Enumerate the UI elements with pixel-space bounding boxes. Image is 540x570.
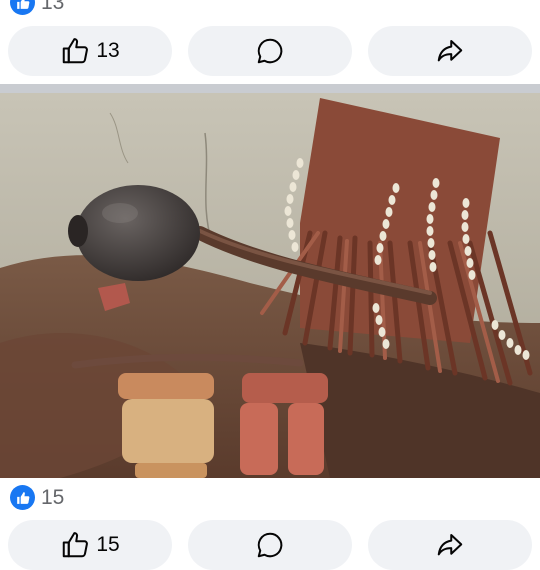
share-arrow-icon xyxy=(437,40,463,62)
like-button[interactable]: 15 xyxy=(8,520,172,570)
comment-bubble-icon xyxy=(257,38,283,64)
post-photo[interactable] xyxy=(0,93,540,478)
comment-button[interactable] xyxy=(188,520,352,570)
comment-button[interactable] xyxy=(188,26,352,76)
thumbs-up-icon xyxy=(63,38,89,64)
comment-bubble-icon xyxy=(257,532,283,558)
like-count: 15 xyxy=(96,533,120,556)
like-badge-icon xyxy=(10,0,35,15)
reaction-count: 13 xyxy=(41,0,65,14)
share-button[interactable] xyxy=(368,26,532,76)
thumbs-up-icon xyxy=(63,532,89,558)
like-count: 13 xyxy=(96,39,120,62)
share-arrow-icon xyxy=(437,534,463,556)
reaction-summary[interactable]: 13 xyxy=(10,0,64,15)
post-action-bar: 13 xyxy=(8,26,532,76)
post-separator xyxy=(0,84,540,93)
reaction-summary[interactable]: 15 xyxy=(10,485,64,510)
reaction-count: 15 xyxy=(41,485,65,509)
like-button[interactable]: 13 xyxy=(8,26,172,76)
like-badge-icon xyxy=(10,485,35,510)
share-button[interactable] xyxy=(368,520,532,570)
post-action-bar: 15 xyxy=(8,520,532,570)
